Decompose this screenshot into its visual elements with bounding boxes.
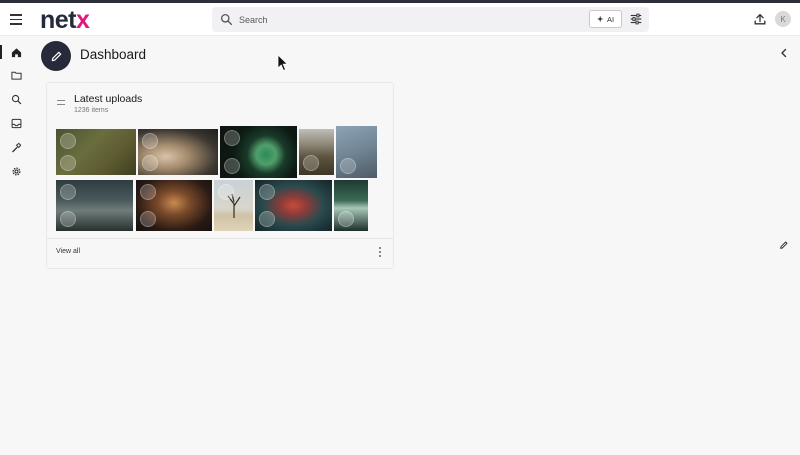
select-circle: [142, 155, 158, 171]
select-circle: [60, 211, 76, 227]
select-circle: [142, 133, 158, 149]
sidebar-item-folders[interactable]: [0, 64, 33, 86]
select-circle: [338, 211, 354, 227]
tools-icon: [12, 142, 22, 152]
folder-icon: [11, 71, 22, 80]
ai-button-label: AI: [606, 14, 615, 24]
user-avatar[interactable]: K: [775, 11, 791, 27]
search-icon: [11, 94, 22, 104]
thumbnail[interactable]: [56, 129, 136, 175]
search-bar: AI: [212, 7, 649, 32]
thumbnail[interactable]: [299, 129, 334, 175]
ai-search-button[interactable]: AI: [589, 10, 622, 28]
select-circle: [140, 211, 156, 227]
widget-divider: [47, 238, 393, 239]
sidebar-item-tools[interactable]: [0, 136, 33, 158]
sidebar: [0, 37, 33, 455]
select-circle: [140, 184, 156, 200]
select-circle: [259, 184, 275, 200]
sidebar-item-inbox[interactable]: [0, 112, 33, 134]
select-circle: [259, 211, 275, 227]
thumbnail[interactable]: [255, 180, 332, 231]
sidebar-item-home[interactable]: [0, 41, 33, 63]
logo-accent-text: x: [76, 6, 90, 34]
hamburger-menu-icon[interactable]: [8, 11, 24, 27]
sparkle-icon: [596, 15, 604, 23]
filter-sliders-icon[interactable]: [629, 12, 643, 26]
thumbnail[interactable]: [334, 180, 368, 231]
inbox-icon: [11, 118, 22, 128]
select-circle: [60, 155, 76, 171]
top-bar: netx AI K: [0, 3, 800, 36]
chevron-left-icon[interactable]: [778, 47, 790, 59]
sidebar-item-settings[interactable]: [0, 160, 33, 182]
select-circle: [60, 184, 76, 200]
widget-title: Latest uploads: [74, 93, 143, 105]
search-icon: [220, 13, 233, 26]
thumbnail[interactable]: [136, 180, 212, 231]
thumbnail[interactable]: [220, 126, 297, 178]
drag-handle-icon[interactable]: [57, 100, 65, 105]
select-circle: [218, 184, 234, 200]
home-icon: [11, 47, 22, 57]
select-circle: [303, 155, 319, 171]
pencil-icon[interactable]: [779, 240, 789, 250]
upload-icon[interactable]: [753, 12, 767, 26]
edit-dashboard-button[interactable]: [41, 41, 71, 71]
more-options-icon[interactable]: [376, 247, 384, 257]
pencil-icon: [51, 51, 61, 61]
mouse-cursor-icon: [277, 54, 289, 72]
select-circle: [224, 130, 240, 146]
thumbnail[interactable]: [336, 126, 377, 178]
select-circle: [340, 158, 356, 174]
gear-icon: [12, 166, 21, 176]
widget-item-count: 1236 items: [74, 107, 109, 114]
thumbnail[interactable]: [56, 180, 133, 231]
avatar-initial: K: [780, 14, 786, 24]
select-circle: [224, 158, 240, 174]
view-all-link[interactable]: View all: [56, 248, 80, 255]
logo-text: net: [40, 6, 77, 34]
select-circle: [60, 133, 76, 149]
search-input[interactable]: [239, 10, 579, 29]
thumbnail[interactable]: [138, 129, 218, 175]
page-title: Dashboard: [80, 47, 147, 62]
thumbnail[interactable]: [214, 180, 253, 231]
latest-uploads-widget: Latest uploads 1236 items View all: [46, 82, 394, 269]
app-logo[interactable]: netx: [40, 6, 90, 35]
sidebar-item-search[interactable]: [0, 88, 33, 110]
